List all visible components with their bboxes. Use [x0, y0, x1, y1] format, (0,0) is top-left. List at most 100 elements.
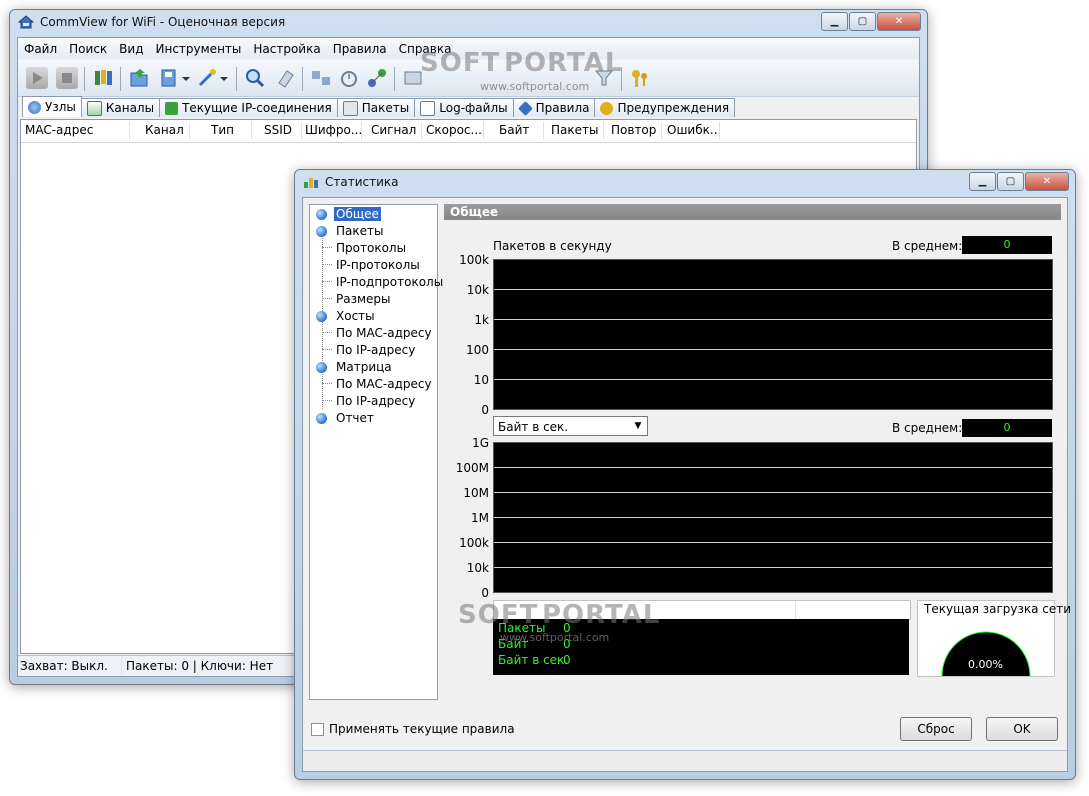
open-file-icon[interactable]: [128, 67, 150, 89]
pps-gridline: [494, 289, 1052, 290]
tree-item-matrix-by-ip[interactable]: По IP-адресу: [336, 394, 415, 408]
dropdown-arrow-icon[interactable]: [219, 67, 229, 89]
section-header: Общее: [444, 204, 1061, 220]
maximize-button[interactable]: ▢: [849, 12, 876, 31]
column-signal[interactable]: Сигнал: [371, 123, 416, 137]
column-errors[interactable]: Ошибк...: [667, 123, 721, 137]
pps-ytick: 10k: [466, 283, 489, 297]
menu-settings[interactable]: Настройка: [253, 42, 320, 56]
tree-bullet-icon: [316, 311, 327, 322]
bps-ytick: 0: [481, 586, 489, 600]
tree-item-ip-subprotocols[interactable]: IP-подпротоколы: [336, 275, 443, 289]
stats-titlebar[interactable]: Статистика ▁ ▢ ✕: [295, 170, 1075, 196]
tree-item-general[interactable]: Общее: [334, 207, 381, 221]
column-mac[interactable]: MAC-адрес: [25, 123, 93, 137]
menu-search[interactable]: Поиск: [69, 42, 107, 56]
stats-client: Общее Пакеты Протоколы IP-протоколы IP-п…: [302, 197, 1071, 772]
tab-label: Узлы: [45, 100, 76, 114]
bps-ytick: 1M: [471, 511, 489, 525]
column-bytes[interactable]: Байт: [499, 123, 529, 137]
menu-tools[interactable]: Инструменты: [156, 42, 242, 56]
pps-ytick: 1k: [474, 313, 489, 327]
tree-item-hosts[interactable]: Хосты: [336, 309, 375, 323]
stats-caption-buttons: ▁ ▢ ✕: [969, 172, 1069, 191]
tree-item-sizes[interactable]: Размеры: [336, 292, 391, 306]
column-separator: [251, 122, 252, 140]
packets-tab-icon: [342, 100, 358, 116]
network-load-title: Текущая загрузка сети: [924, 602, 1072, 616]
tree-item-packets[interactable]: Пакеты: [336, 224, 383, 238]
status-separator: [121, 657, 122, 675]
menu-view[interactable]: Вид: [119, 42, 143, 56]
tab-label: Предупреждения: [617, 101, 730, 115]
timer-icon[interactable]: [338, 67, 360, 89]
log-files-tab-icon: [420, 100, 436, 116]
tab-nodes[interactable]: Узлы: [22, 96, 82, 117]
column-speed[interactable]: Скорос...: [426, 123, 482, 137]
watermark-brand-portal: PORTAL: [504, 48, 623, 78]
column-type[interactable]: Тип: [211, 123, 234, 137]
menu-rules[interactable]: Правила: [333, 42, 387, 56]
tree-item-matrix-by-mac[interactable]: По MAC-адресу: [336, 377, 432, 391]
nodes-icon[interactable]: [310, 67, 332, 89]
tree-line: [322, 332, 332, 334]
tree-item-hosts-by-mac[interactable]: По MAC-адресу: [336, 326, 432, 340]
column-channel[interactable]: Канал: [145, 123, 184, 137]
tab-rules[interactable]: Правила: [512, 98, 596, 117]
map-icon[interactable]: [92, 67, 114, 89]
tab-label: Пакеты: [361, 101, 410, 115]
close-button[interactable]: ✕: [1025, 172, 1069, 191]
tree-item-hosts-by-ip[interactable]: По IP-адресу: [336, 343, 415, 357]
keys-icon[interactable]: [629, 67, 651, 89]
tree-item-matrix[interactable]: Матрица: [336, 360, 392, 374]
minimize-button[interactable]: ▁: [821, 12, 848, 31]
bps-unit-select[interactable]: Байт в сек. ▼: [493, 416, 648, 436]
tree-item-ip-protocols[interactable]: IP-протоколы: [336, 258, 420, 272]
apply-rules-checkbox[interactable]: [311, 723, 324, 736]
stats-tree: Общее Пакеты Протоколы IP-протоколы IP-п…: [309, 204, 443, 700]
network-load-panel: Текущая загрузка сети 0.00%: [917, 600, 1071, 677]
column-separator: [603, 122, 604, 140]
ip-connections-tab-icon: [165, 101, 179, 115]
column-encryption[interactable]: Шифро...: [305, 123, 362, 137]
bps-ytick: 1G: [472, 436, 489, 450]
reset-button[interactable]: Сброс: [900, 717, 972, 741]
minimize-button[interactable]: ▁: [969, 172, 996, 191]
eraser-icon[interactable]: [274, 67, 296, 89]
tab-channels[interactable]: Каналы: [80, 98, 161, 117]
bps-graph: [493, 442, 1053, 593]
summary-bps-label: Байт в сек.: [498, 653, 569, 667]
tree-item-report[interactable]: Отчет: [336, 411, 374, 425]
tree-line: [322, 281, 332, 283]
tab-log-files[interactable]: Log-файлы: [414, 98, 514, 117]
tab-label: Log-файлы: [439, 101, 508, 115]
rules-tab-icon: [517, 100, 533, 116]
search-icon[interactable]: [244, 67, 266, 89]
main-window-title: CommView for WiFi - Оценочная версия: [40, 15, 286, 29]
network-icon[interactable]: [366, 67, 388, 89]
close-button[interactable]: ✕: [877, 12, 921, 31]
ok-button[interactable]: OK: [986, 717, 1058, 741]
tab-alerts[interactable]: Предупреждения: [594, 98, 736, 117]
stats-status-strip: [303, 750, 1067, 771]
menu-file[interactable]: Файл: [24, 42, 57, 56]
tab-packets[interactable]: Пакеты: [336, 98, 416, 117]
wand-icon[interactable]: [196, 67, 218, 89]
save-file-icon[interactable]: [158, 67, 180, 89]
maximize-button[interactable]: ▢: [997, 172, 1024, 191]
stats-window: Статистика ▁ ▢ ✕ Общее Пакеты Протоколы …: [294, 169, 1076, 780]
nodes-tab-icon: [28, 100, 41, 114]
column-separator: [719, 122, 720, 140]
main-titlebar[interactable]: CommView for WiFi - Оценочная версия ▁ ▢…: [10, 10, 927, 36]
column-packets[interactable]: Пакеты: [551, 123, 598, 137]
start-capture-icon[interactable]: [26, 67, 48, 89]
tab-ip-connections[interactable]: Текущие IP-соединения: [159, 98, 338, 117]
alerts-tab-icon: [600, 101, 614, 115]
dropdown-arrow-icon[interactable]: [181, 67, 191, 89]
column-ssid[interactable]: SSID: [264, 123, 292, 137]
bps-gridline: [494, 567, 1052, 568]
summary-bps-value: 0: [563, 653, 571, 667]
column-retry[interactable]: Повтор: [611, 123, 656, 137]
tree-item-protocols[interactable]: Протоколы: [336, 241, 406, 255]
stop-capture-icon[interactable]: [56, 67, 78, 89]
